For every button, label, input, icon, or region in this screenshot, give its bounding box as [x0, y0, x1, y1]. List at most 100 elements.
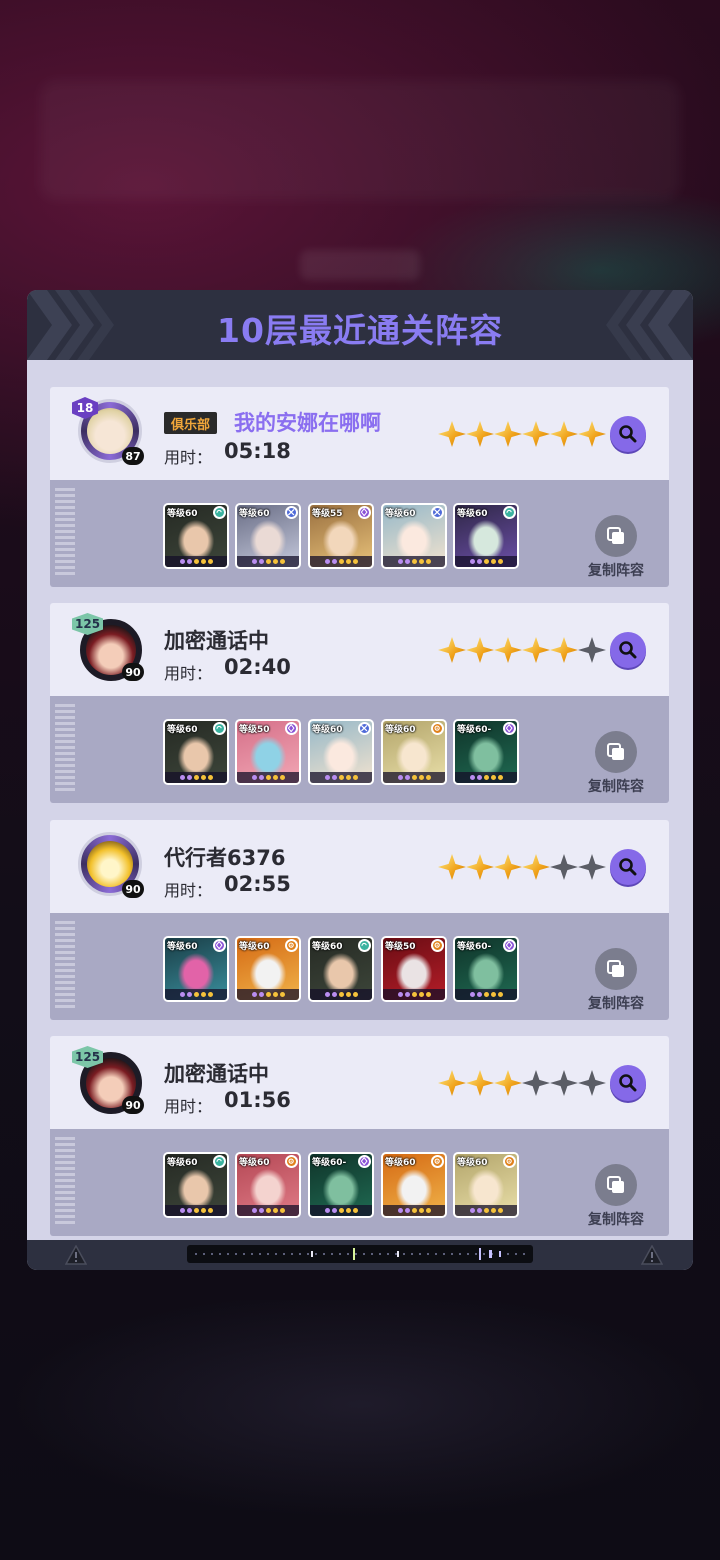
star-filled-icon	[466, 854, 494, 880]
star-filled-icon	[438, 421, 466, 447]
hero-star-pips	[310, 556, 372, 567]
star-empty-icon	[550, 854, 578, 880]
hero-card[interactable]: 等级60	[163, 936, 229, 1002]
hero-star-pips	[310, 772, 372, 783]
hero-star-pips	[455, 989, 517, 1000]
hero-level: 等级60-	[457, 942, 492, 952]
stripe-decoration	[55, 921, 75, 1009]
gear-element-icon	[285, 939, 298, 952]
view-details-button[interactable]	[610, 1065, 646, 1101]
hero-card[interactable]: 等级60	[163, 1152, 229, 1218]
hero-card[interactable]: 等级60	[163, 503, 229, 569]
hero-card[interactable]: 等级60	[381, 503, 447, 569]
clear-time-label: 用时：	[164, 664, 213, 683]
star-rating	[438, 1070, 608, 1096]
wind-element-icon	[213, 506, 226, 519]
hero-level: 等级60	[312, 725, 343, 735]
clear-time-label: 用时：	[164, 881, 213, 900]
hero-star-pips	[310, 989, 372, 1000]
hero-star-pips	[165, 989, 227, 1000]
stripe-decoration	[55, 704, 75, 792]
hero-star-pips	[383, 989, 445, 1000]
star-empty-icon	[550, 1070, 578, 1096]
team-lineup: 等级60 等级60 等级60 等级50 等级60-	[163, 936, 533, 1002]
hero-card[interactable]: 等级60	[381, 1152, 447, 1218]
view-details-button[interactable]	[610, 416, 646, 452]
clear-time-label: 用时：	[164, 1097, 213, 1116]
star-filled-icon	[494, 854, 522, 880]
copy-icon	[595, 515, 637, 557]
player-name: 代行者6376	[164, 846, 286, 870]
hero-card[interactable]: 等级60	[308, 719, 374, 785]
hero-card[interactable]: 等级60-	[308, 1152, 374, 1218]
dark-cross-element-icon	[358, 722, 371, 735]
lineup-card: 125 90 加密通话中 用时： 02:40 等级60 等级50 等级60 等级60 等级60- 复…	[50, 603, 669, 803]
hero-card[interactable]: 等级60-	[453, 936, 519, 1002]
player-avatar[interactable]: 90	[72, 826, 148, 906]
player-avatar[interactable]: 125 90	[72, 1042, 148, 1122]
team-lineup: 等级60 等级50 等级60 等级60 等级60-	[163, 719, 533, 785]
stripe-decoration	[55, 488, 75, 576]
copy-lineup-label: 复制阵容	[588, 1212, 644, 1228]
hero-level: 等级60	[457, 509, 488, 519]
hero-card[interactable]: 等级60	[308, 936, 374, 1002]
hero-level: 等级60	[385, 509, 416, 519]
copy-lineup-button[interactable]: 复制阵容	[585, 515, 647, 579]
player-avatar[interactable]: 125 90	[72, 609, 148, 689]
hero-level: 等级60	[385, 725, 416, 735]
copy-lineup-button[interactable]: 复制阵容	[585, 948, 647, 1012]
search-icon	[619, 858, 637, 876]
background-blur	[40, 80, 680, 200]
hero-star-pips	[455, 772, 517, 783]
stripe-decoration	[55, 1137, 75, 1225]
arcane-element-icon	[358, 1155, 371, 1168]
wind-element-icon	[358, 939, 371, 952]
arcane-element-icon	[503, 722, 516, 735]
arcane-element-icon	[213, 939, 226, 952]
copy-lineup-button[interactable]: 复制阵容	[585, 1164, 647, 1228]
hero-card[interactable]: 等级50	[381, 936, 447, 1002]
hero-card[interactable]: 等级60	[163, 719, 229, 785]
hero-card[interactable]: 等级55	[308, 503, 374, 569]
star-filled-icon	[466, 637, 494, 663]
player-sub-level-badge: 90	[122, 663, 144, 681]
hero-level: 等级60	[239, 942, 270, 952]
star-filled-icon	[578, 421, 606, 447]
copy-lineup-button[interactable]: 复制阵容	[585, 731, 647, 795]
hero-level: 等级60	[167, 725, 198, 735]
hero-card[interactable]: 等级50	[235, 719, 301, 785]
hero-star-pips	[237, 772, 299, 783]
player-avatar[interactable]: 18 87	[72, 393, 148, 473]
star-rating	[438, 421, 608, 447]
star-filled-icon	[494, 637, 522, 663]
clear-time-value: 05:18	[224, 439, 291, 463]
hero-star-pips	[237, 1205, 299, 1216]
hero-level: 等级60-	[457, 725, 492, 735]
lineup-card: 125 90 加密通话中 用时： 01:56 等级60 等级60 等级60- 等级60 等级60 复…	[50, 1036, 669, 1236]
gear-element-icon	[503, 1155, 516, 1168]
hero-level: 等级50	[385, 942, 416, 952]
player-name: 我的安娜在哪啊	[234, 411, 381, 435]
search-icon	[619, 641, 637, 659]
player-sub-level-badge: 90	[122, 880, 144, 898]
star-filled-icon	[522, 421, 550, 447]
view-details-button[interactable]	[610, 849, 646, 885]
hero-card[interactable]: 等级60-	[453, 719, 519, 785]
star-filled-icon	[550, 637, 578, 663]
arcane-element-icon	[503, 939, 516, 952]
hero-card[interactable]: 等级60	[453, 503, 519, 569]
hero-card[interactable]: 等级60	[453, 1152, 519, 1218]
recent-clear-lineups-dialog: 10层最近通关阵容 18 87 俱乐部 我的安娜在哪啊 用时： 05:18 等级60 等级60…	[27, 290, 693, 1270]
hero-card[interactable]: 等级60	[235, 503, 301, 569]
hero-card[interactable]: 等级60	[381, 719, 447, 785]
hero-card[interactable]: 等级60	[235, 1152, 301, 1218]
view-details-button[interactable]	[610, 632, 646, 668]
hero-star-pips	[237, 556, 299, 567]
hero-level: 等级60	[167, 509, 198, 519]
hero-level: 等级55	[312, 509, 343, 519]
hero-level: 等级60	[239, 509, 270, 519]
clear-time-value: 02:55	[224, 872, 291, 896]
hero-star-pips	[165, 556, 227, 567]
star-filled-icon	[466, 421, 494, 447]
hero-card[interactable]: 等级60	[235, 936, 301, 1002]
